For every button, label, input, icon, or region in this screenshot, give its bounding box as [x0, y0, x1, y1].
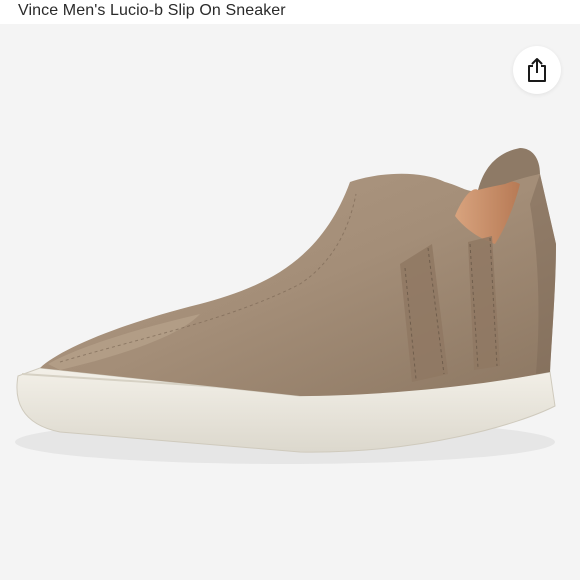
- image-viewer: [0, 24, 580, 580]
- product-image: [15, 148, 556, 464]
- share-button[interactable]: [513, 46, 561, 94]
- title-bar: Vince Men's Lucio-b Slip On Sneaker: [0, 0, 580, 24]
- share-icon: [525, 57, 549, 83]
- product-title: Vince Men's Lucio-b Slip On Sneaker: [18, 2, 286, 19]
